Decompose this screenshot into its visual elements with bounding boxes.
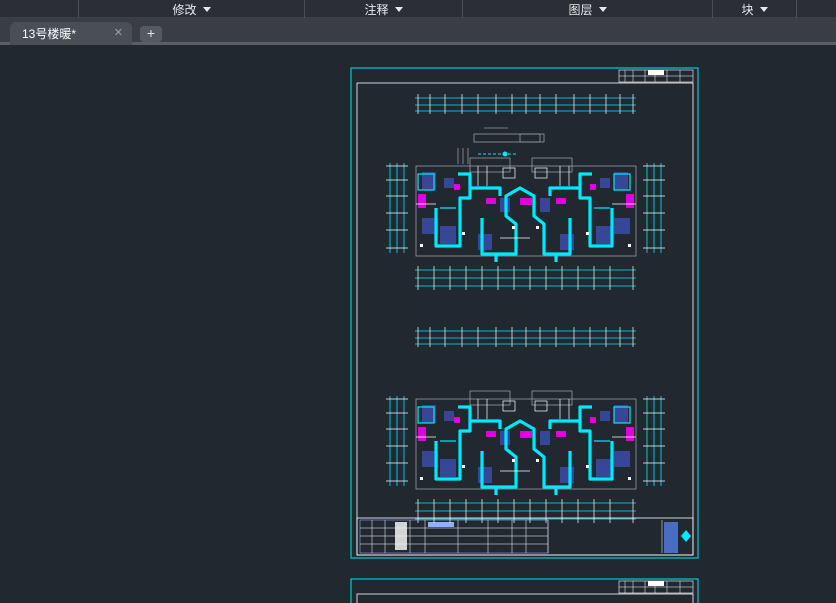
stair-detail xyxy=(457,127,545,164)
chevron-down-icon xyxy=(598,6,607,12)
close-icon[interactable]: ✕ xyxy=(114,26,123,39)
panel-label: 修改 xyxy=(172,2,197,17)
chevron-down-icon xyxy=(759,6,768,12)
tab-document[interactable]: 13号楼暖* ✕ xyxy=(10,22,132,45)
title-block xyxy=(356,517,694,556)
sheet-border xyxy=(350,67,699,559)
ribbon-panel-bar: 修改 注释 图层 块 xyxy=(0,0,836,18)
panel-more[interactable] xyxy=(796,0,836,18)
floor-plan-lower[interactable] xyxy=(384,325,667,525)
panel-layers[interactable]: 图层 xyxy=(462,0,712,18)
riser-marker xyxy=(478,151,516,157)
floor-plan-upper[interactable] xyxy=(384,92,667,292)
panel-annotation[interactable]: 注释 xyxy=(304,0,462,18)
model-viewport xyxy=(350,67,699,603)
panel-label: 注释 xyxy=(364,2,389,17)
chevron-down-icon xyxy=(202,6,211,12)
revision-block xyxy=(618,69,694,83)
drawing-canvas[interactable] xyxy=(0,48,836,603)
panel-block[interactable]: 块 xyxy=(712,0,796,18)
revision-block xyxy=(618,580,694,594)
panel-label: 块 xyxy=(741,2,754,17)
panel-label: 图层 xyxy=(568,2,593,17)
drawing-sheet[interactable] xyxy=(350,67,699,559)
document-tab-bar: 13号楼暖* ✕ + xyxy=(0,18,836,45)
sheet-inner-frame xyxy=(356,82,694,556)
drawing-sheet-next[interactable] xyxy=(350,578,699,603)
tab-label: 13号楼暖* xyxy=(22,27,77,41)
plus-icon[interactable]: + xyxy=(140,26,162,42)
chevron-down-icon xyxy=(394,6,403,12)
panel-modify[interactable]: 修改 xyxy=(78,0,304,18)
